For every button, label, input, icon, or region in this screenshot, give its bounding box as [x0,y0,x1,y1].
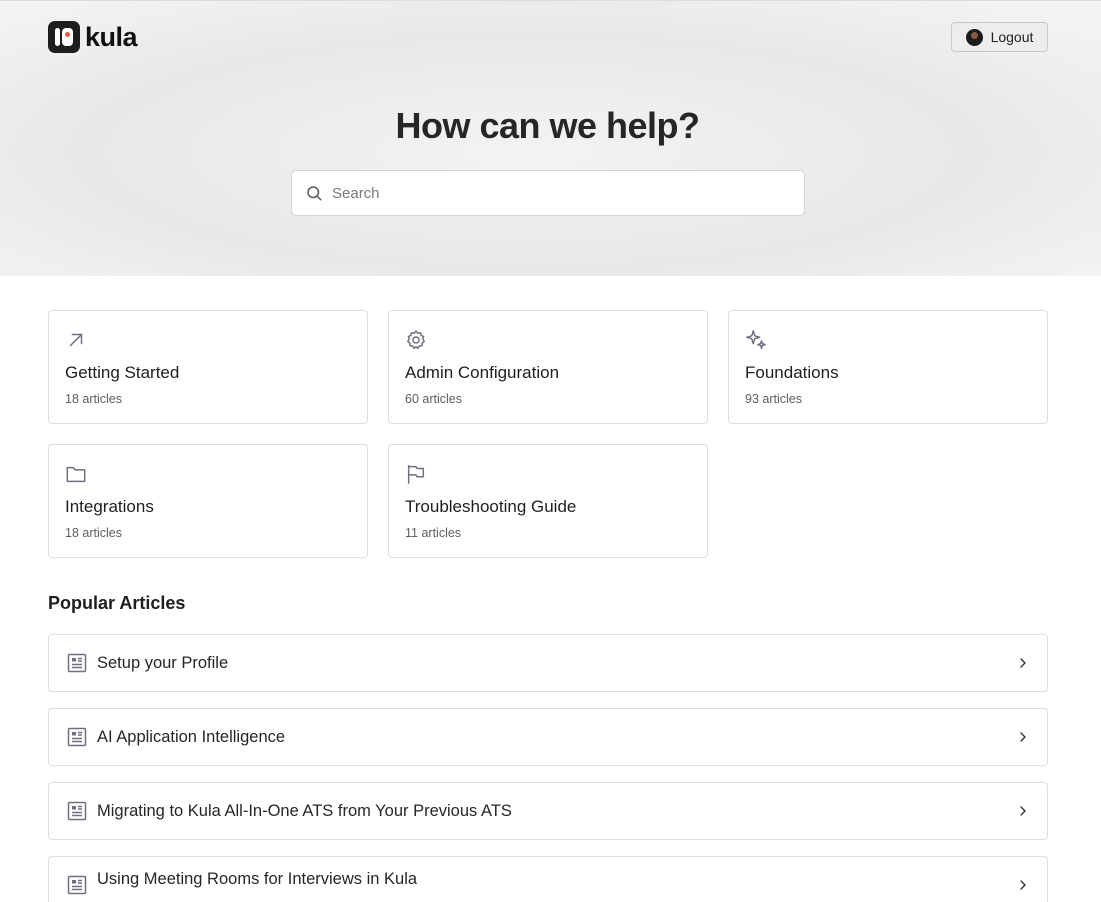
article-row[interactable]: Using Meeting Rooms for Interviews in Ku… [48,856,1048,902]
chevron-right-icon [1020,658,1026,668]
flag-icon [407,465,425,484]
category-title: Integrations [65,497,154,516]
folder-icon [66,466,86,483]
kula-logo-icon [48,21,80,53]
chevron-right-icon [1020,880,1026,890]
category-count: 60 articles [405,392,462,406]
category-count: 11 articles [405,526,462,540]
logout-label: Logout [990,29,1034,45]
article-icon [67,653,87,673]
category-count: 18 articles [65,526,122,540]
article-row[interactable]: Setup your Profile [48,634,1048,692]
logout-button[interactable]: Logout [951,22,1048,52]
article-row[interactable]: AI Application Intelligence [48,708,1048,766]
gear-icon [407,330,425,349]
search-icon [307,186,322,201]
category-card-troubleshooting-guide[interactable]: Troubleshooting Guide 11 articles [388,444,708,558]
chevron-right-icon [1020,806,1026,816]
category-card-getting-started[interactable]: Getting Started 18 articles [48,310,368,424]
popular-articles-heading: Popular Articles [48,593,186,613]
category-title: Troubleshooting Guide [405,497,577,516]
category-count: 18 articles [65,392,122,406]
article-title: Setup your Profile [97,653,229,672]
article-row[interactable]: Migrating to Kula All-In-One ATS from Yo… [48,782,1048,840]
article-title: Migrating to Kula All-In-One ATS from Yo… [97,801,512,820]
category-count: 93 articles [745,392,802,406]
search-box[interactable] [291,170,805,216]
category-card-foundations[interactable]: Foundations 93 articles [728,310,1048,424]
article-icon [67,875,87,895]
logo-text: kula [85,21,138,52]
page-title: How can we help? [395,105,700,146]
article-icon [67,727,87,747]
chevron-right-icon [1020,732,1026,742]
category-title: Getting Started [65,363,180,382]
article-icon [67,801,87,821]
arrow-up-right-icon [69,333,83,347]
category-title: Foundations [745,363,839,382]
article-title: Using Meeting Rooms for Interviews in Ku… [97,870,418,888]
category-title: Admin Configuration [405,363,560,382]
hero-banner: kula Logout How can we help? [0,0,1101,276]
logo[interactable]: kula [48,21,138,53]
avatar [965,28,983,46]
article-title: AI Application Intelligence [97,727,286,746]
sparkles-icon [746,330,766,349]
search-input[interactable] [332,184,772,202]
category-card-integrations[interactable]: Integrations 18 articles [48,444,368,558]
category-card-admin-configuration[interactable]: Admin Configuration 60 articles [388,310,708,424]
